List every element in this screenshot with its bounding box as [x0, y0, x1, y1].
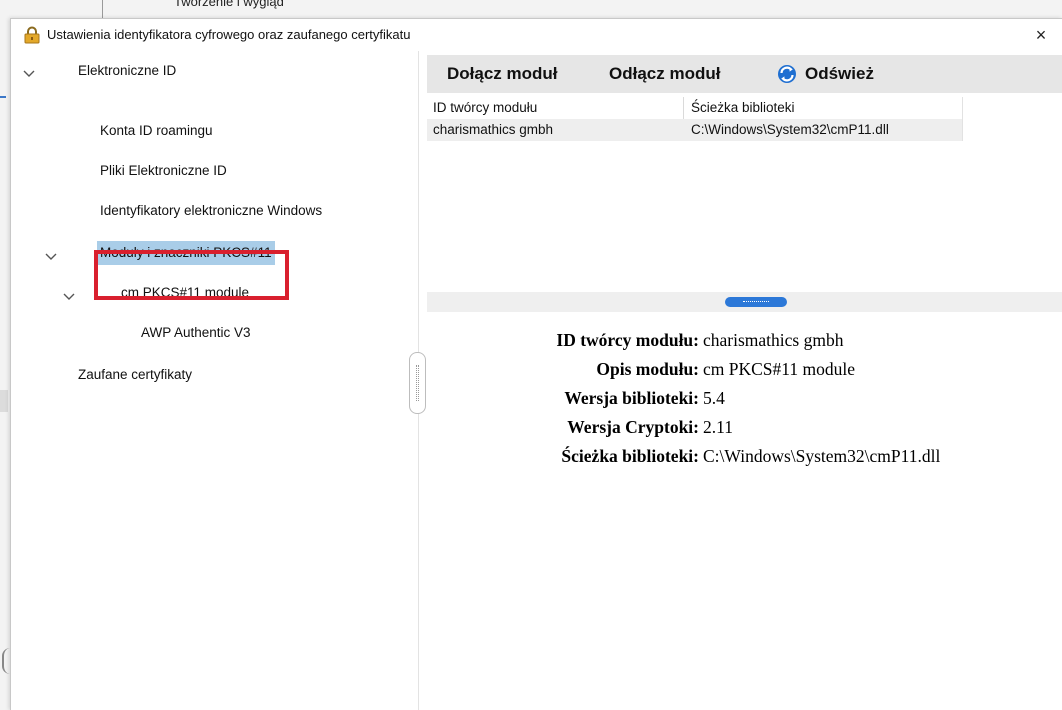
detail-row: Wersja Cryptoki: 2.11	[427, 414, 1062, 440]
tree-item-awp-authentic[interactable]: AWP Authentic V3	[141, 321, 251, 345]
refresh-label: Odśwież	[805, 64, 874, 83]
refresh-icon	[778, 65, 796, 83]
tree-item-windows-ids[interactable]: Identyfikatory elektroniczne Windows	[100, 199, 322, 223]
detail-row: Opis modułu: cm PKCS#11 module	[427, 356, 1062, 382]
tree-item-electronic-id[interactable]: Elektroniczne ID	[78, 59, 176, 83]
detail-label: Wersja biblioteki:	[564, 388, 699, 408]
background-menu-text: Tworzenie i wygląd	[174, 0, 284, 9]
chevron-down-icon[interactable]	[43, 248, 59, 264]
refresh-button[interactable]: Odśwież	[775, 55, 905, 93]
detail-value: charismathics gmbh	[703, 330, 844, 350]
chevron-down-icon[interactable]	[21, 65, 37, 81]
detail-value: cm PKCS#11 module	[703, 359, 855, 379]
tree-item-label: Identyfikatory elektroniczne Windows	[100, 203, 323, 218]
column-header-path[interactable]: Ścieżka biblioteki	[691, 97, 795, 119]
tree-item-trusted-certificates[interactable]: Zaufane certyfikaty	[78, 363, 192, 387]
background-edge-curve	[2, 648, 10, 674]
detail-label: Opis modułu:	[596, 359, 699, 379]
table-row[interactable]: charismathics gmbh C:\Windows\System32\c…	[427, 119, 963, 141]
tree-item-label: AWP Authentic V3	[141, 325, 251, 340]
tree-item-label: Konta ID roamingu	[100, 123, 213, 138]
detail-row: Wersja biblioteki: 5.4	[427, 385, 1062, 411]
tree-item-label: Elektroniczne ID	[78, 63, 177, 78]
background-edge-block	[0, 390, 8, 412]
background-divider	[102, 0, 103, 18]
tree-item-id-files[interactable]: Pliki Elektroniczne ID	[100, 159, 227, 183]
horizontal-splitter[interactable]	[427, 292, 1062, 312]
table-header: ID twórcy modułu Ścieżka biblioteki	[427, 97, 963, 119]
detail-row: Ścieżka biblioteki: C:\Windows\System32\…	[427, 443, 1062, 469]
cell-path: C:\Windows\System32\cmP11.dll	[691, 122, 889, 137]
close-button[interactable]: ×	[1021, 21, 1061, 49]
highlight-box	[94, 250, 289, 300]
splitter-grip-icon	[416, 365, 419, 401]
detail-label: Wersja Cryptoki:	[567, 417, 699, 437]
tree-item-label: Pliki Elektroniczne ID	[100, 163, 227, 178]
detail-value: 5.4	[703, 388, 725, 408]
settings-dialog: Ustawienia identyfikatora cyfrowego oraz…	[10, 18, 1062, 710]
detail-value: 2.11	[703, 417, 733, 437]
toolbar: Dołącz moduł Odłącz moduł Odśwież	[427, 55, 1062, 93]
navigation-tree: Elektroniczne ID Konta ID roamingu Pliki…	[11, 51, 419, 710]
column-header-creator[interactable]: ID twórcy modułu	[433, 97, 537, 119]
detail-label: Ścieżka biblioteki:	[561, 446, 699, 466]
detail-value: C:\Windows\System32\cmP11.dll	[703, 446, 941, 466]
chevron-down-icon[interactable]	[61, 288, 77, 304]
tree-item-label: Zaufane certyfikaty	[78, 367, 193, 382]
splitter-handle-icon[interactable]	[725, 297, 787, 307]
detail-label: ID twórcy modułu:	[556, 330, 699, 350]
background-edge-mark	[0, 96, 6, 98]
cell-creator: charismathics gmbh	[433, 122, 554, 137]
detach-module-button[interactable]: Odłącz moduł	[609, 55, 720, 93]
attach-module-button[interactable]: Dołącz moduł	[447, 55, 558, 93]
table-edge	[962, 97, 963, 141]
lock-icon	[24, 26, 40, 44]
detail-row: ID twórcy modułu: charismathics gmbh	[427, 327, 1062, 353]
module-panel: Dołącz moduł Odłącz moduł Odśwież ID twó…	[427, 51, 1062, 710]
dialog-titlebar[interactable]: Ustawienia identyfikatora cyfrowego oraz…	[11, 19, 1062, 51]
vertical-splitter[interactable]	[409, 352, 426, 414]
dialog-title: Ustawienia identyfikatora cyfrowego oraz…	[47, 27, 411, 42]
close-icon: ×	[1035, 25, 1047, 45]
tree-item-roaming-accounts[interactable]: Konta ID roamingu	[100, 119, 213, 143]
column-divider[interactable]	[683, 97, 684, 119]
